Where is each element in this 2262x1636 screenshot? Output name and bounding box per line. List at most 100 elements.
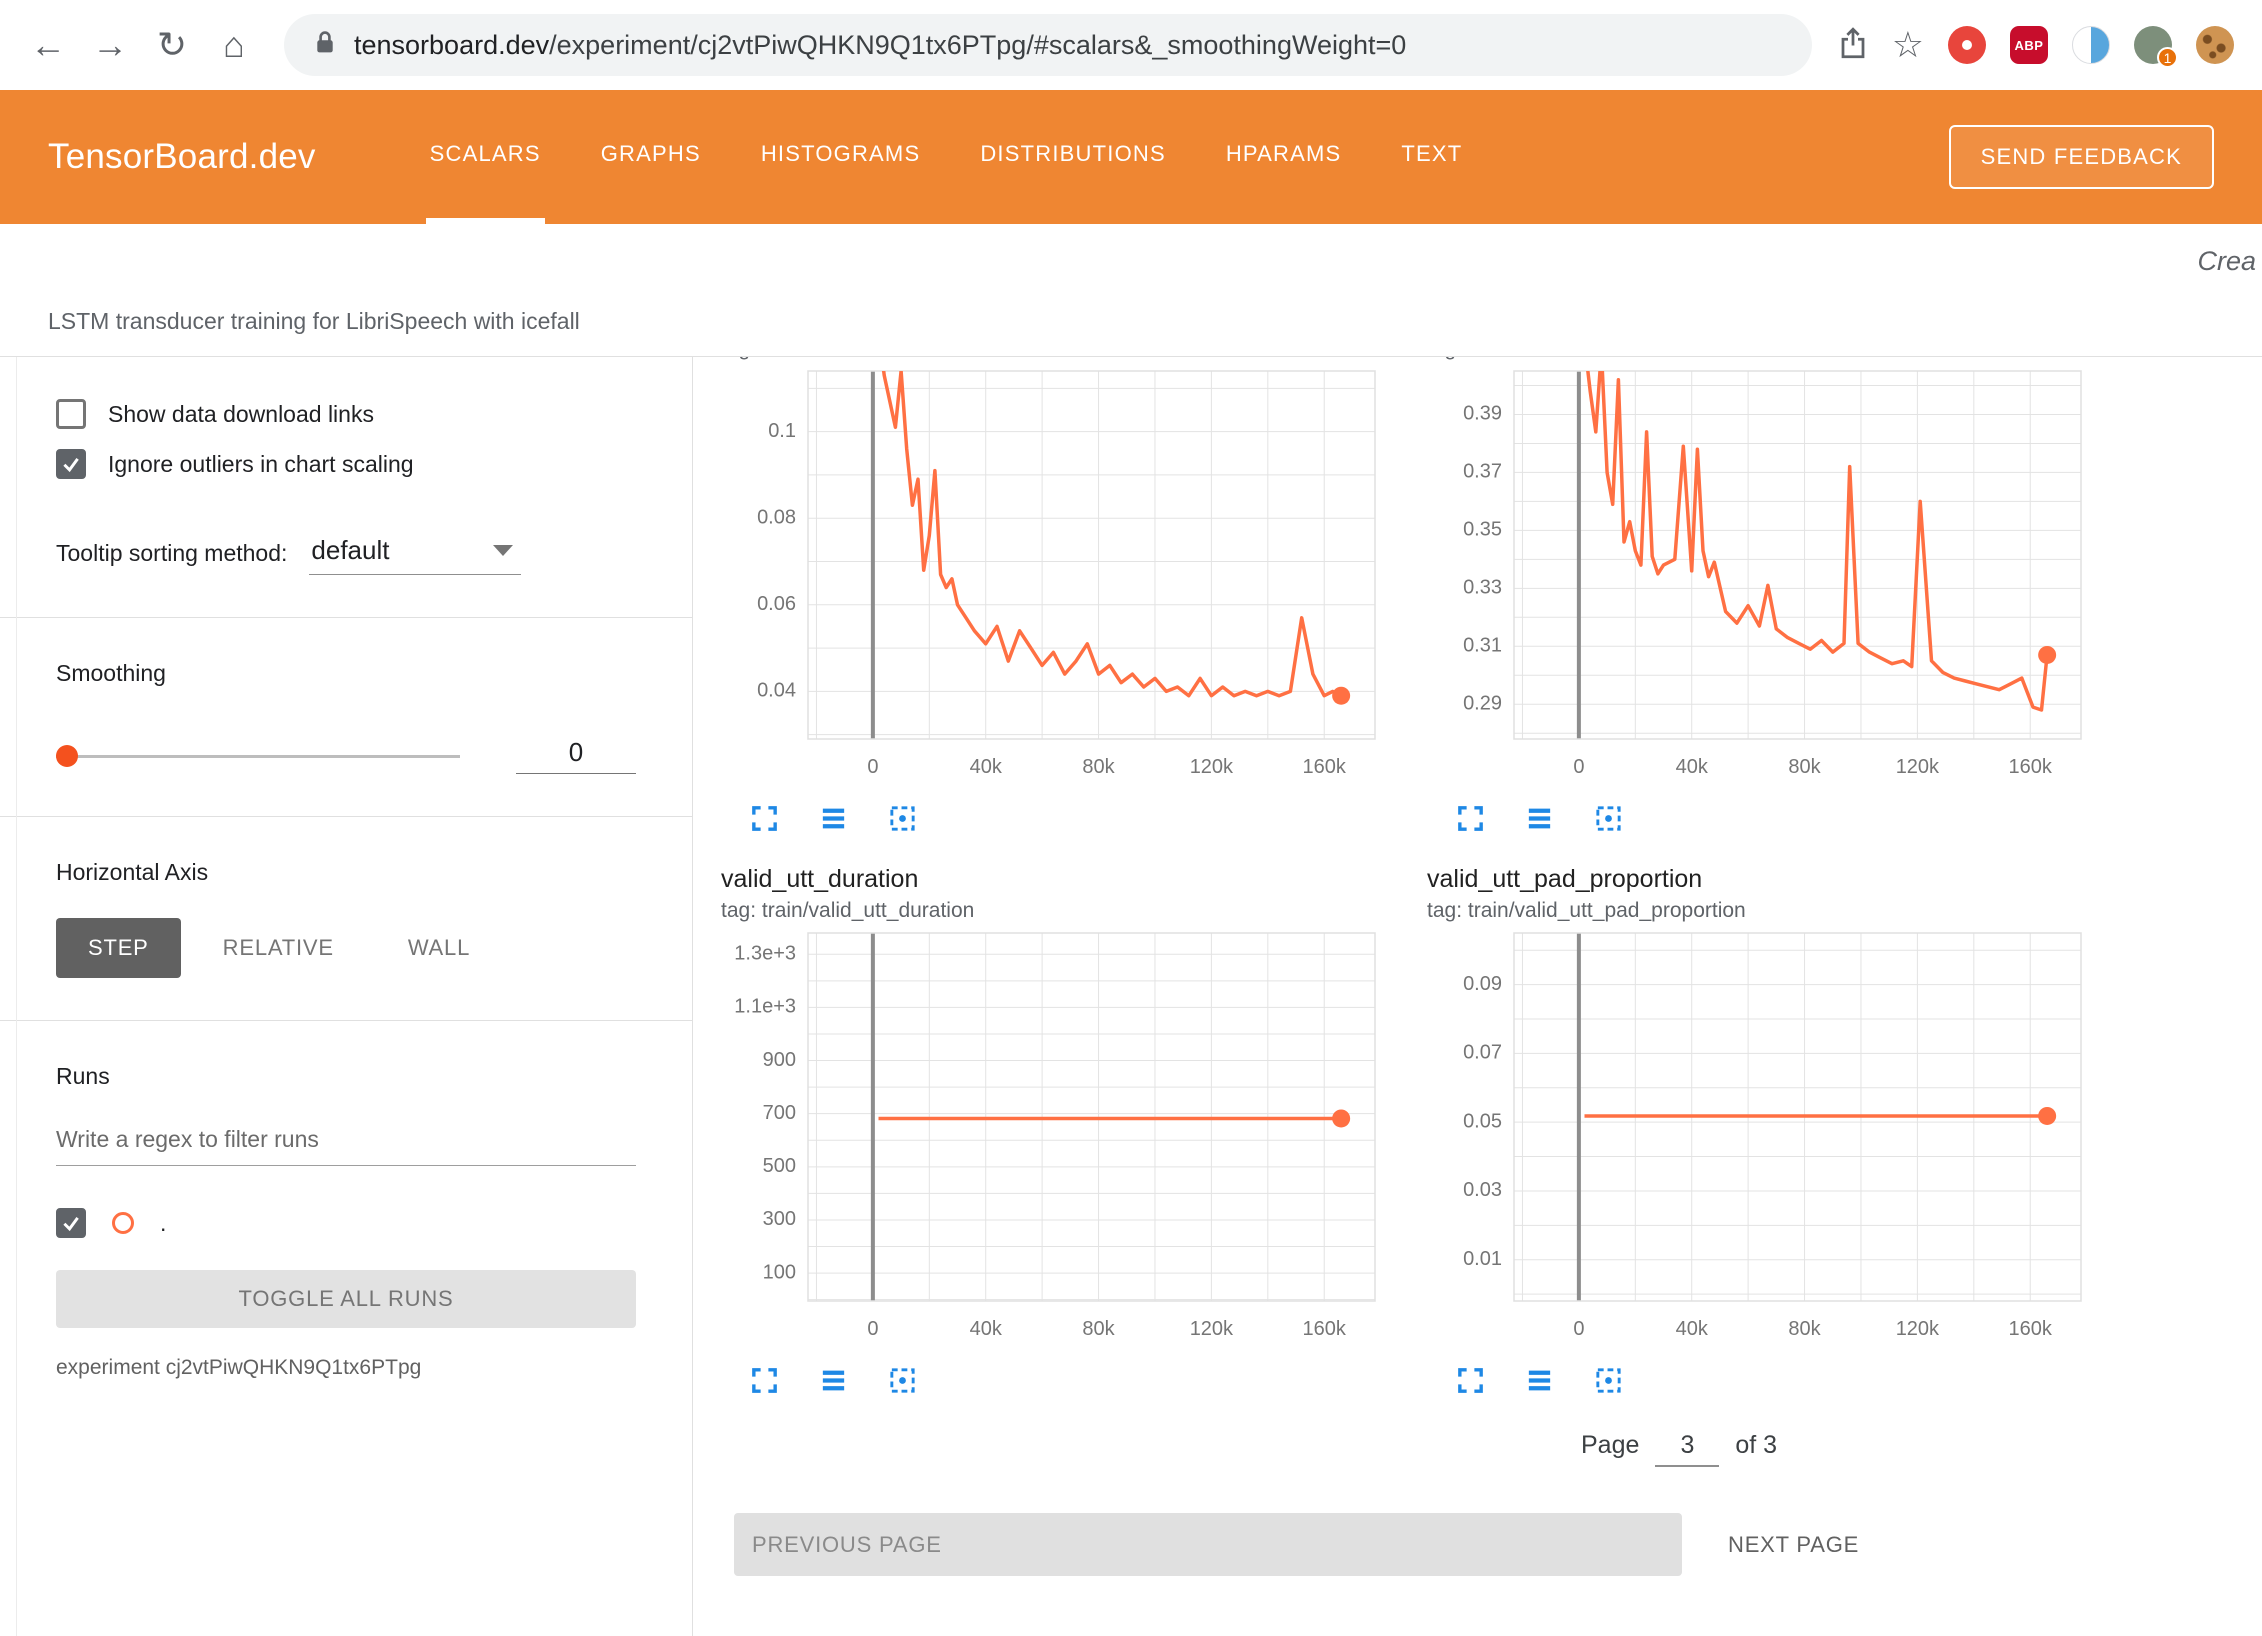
toggle-y-axis-icon[interactable] xyxy=(1524,1365,1555,1407)
svg-text:0.29: 0.29 xyxy=(1463,693,1502,715)
forward-icon[interactable]: → xyxy=(86,24,134,66)
horizontal-axis-buttons: STEP RELATIVE WALL xyxy=(56,918,636,978)
line-chart[interactable]: 0.040.060.080.1040k80k120k160k xyxy=(721,367,1381,795)
run-list-item[interactable]: . xyxy=(56,1208,636,1238)
svg-text:900: 900 xyxy=(763,1049,796,1071)
fit-domain-icon[interactable] xyxy=(887,803,918,845)
expand-chart-icon[interactable] xyxy=(1455,1365,1486,1407)
chevron-down-icon xyxy=(493,545,513,556)
next-page-button[interactable]: NEXT PAGE xyxy=(1728,1532,1859,1558)
svg-text:300: 300 xyxy=(763,1208,796,1230)
svg-text:0: 0 xyxy=(1573,756,1584,778)
tooltip-sorting-label: Tooltip sorting method: xyxy=(56,540,287,575)
toggle-all-runs-button[interactable]: TOGGLE ALL RUNS xyxy=(56,1270,636,1328)
runs-section: Runs . TOGGLE ALL RUNS experiment cj2vtP… xyxy=(0,1020,692,1422)
axis-step-button[interactable]: STEP xyxy=(56,918,181,978)
axis-wall-button[interactable]: WALL xyxy=(376,918,502,978)
toggle-y-axis-icon[interactable] xyxy=(818,803,849,845)
blue-extension-icon[interactable] xyxy=(2072,26,2110,64)
runs-filter-input[interactable] xyxy=(56,1118,636,1166)
svg-text:0.06: 0.06 xyxy=(757,593,796,615)
tab-scalars[interactable]: SCALARS xyxy=(426,90,545,224)
toggle-y-axis-icon[interactable] xyxy=(818,1365,849,1407)
share-icon[interactable] xyxy=(1838,25,1868,66)
expand-chart-icon[interactable] xyxy=(749,803,780,845)
tab-histograms[interactable]: HISTOGRAMS xyxy=(757,90,925,224)
chart-toolbar xyxy=(1427,1357,2087,1407)
tab-graphs[interactable]: GRAPHS xyxy=(597,90,705,224)
runs-label: Runs xyxy=(56,1063,636,1090)
app-logo[interactable]: TensorBoard.dev xyxy=(48,137,316,177)
horizontal-axis-label: Horizontal Axis xyxy=(56,859,636,886)
address-bar[interactable]: tensorboard.dev/experiment/cj2vtPiwQHKN9… xyxy=(284,14,1812,76)
svg-text:80k: 80k xyxy=(1082,1318,1115,1340)
slider-thumb[interactable] xyxy=(56,745,78,767)
main-region: Show data download links Ignore outliers… xyxy=(0,357,2262,1636)
tab-distributions[interactable]: DISTRIBUTIONS xyxy=(976,90,1170,224)
smoothing-section: Smoothing xyxy=(0,617,692,816)
svg-text:0.08: 0.08 xyxy=(757,506,796,528)
svg-text:120k: 120k xyxy=(1190,1318,1234,1340)
tooltip-sorting-select[interactable]: default xyxy=(309,535,521,575)
svg-text:40k: 40k xyxy=(1676,756,1709,778)
run-checkbox[interactable] xyxy=(56,1208,86,1238)
smoothing-value-input[interactable] xyxy=(516,737,636,774)
browser-actions: ☆ ABP 1 xyxy=(1838,24,2238,66)
ignore-outliers-row[interactable]: Ignore outliers in chart scaling xyxy=(56,449,636,479)
chart-card-valid-utt-pad-proportion: valid_utt_pad_proportion tag: train/vali… xyxy=(1427,865,2087,1407)
tab-hparams[interactable]: HPARAMS xyxy=(1222,90,1346,224)
line-chart[interactable]: 1003005007009001.1e+31.3e+3040k80k120k16… xyxy=(721,929,1381,1357)
svg-text:0.07: 0.07 xyxy=(1463,1042,1502,1064)
svg-text:160k: 160k xyxy=(2009,756,2053,778)
svg-text:0.35: 0.35 xyxy=(1463,519,1502,541)
fit-domain-icon[interactable] xyxy=(887,1365,918,1407)
bookmark-star-icon[interactable]: ☆ xyxy=(1892,24,1924,66)
chart-toolbar xyxy=(1427,795,2087,845)
reload-icon[interactable]: ↻ xyxy=(148,24,196,66)
show-download-links-row[interactable]: Show data download links xyxy=(56,399,636,429)
axis-relative-button[interactable]: RELATIVE xyxy=(191,918,366,978)
page-number-input[interactable] xyxy=(1655,1431,1719,1467)
smoothing-slider-row xyxy=(56,737,636,774)
ignore-outliers-checkbox[interactable] xyxy=(56,449,86,479)
svg-text:0.03: 0.03 xyxy=(1463,1179,1502,1201)
url-path: /experiment/cj2vtPiwQHKN9Q1tx6PTpg/#scal… xyxy=(549,30,1406,60)
abp-extension-icon[interactable]: ABP xyxy=(2010,26,2048,64)
line-chart[interactable]: 0.290.310.330.350.370.39040k80k120k160k xyxy=(1427,367,2087,795)
chart-card-valid-utt-duration: valid_utt_duration tag: train/valid_utt_… xyxy=(721,865,1381,1407)
expand-chart-icon[interactable] xyxy=(749,1365,780,1407)
svg-text:0.04: 0.04 xyxy=(757,680,796,702)
tooltip-sorting-row: Tooltip sorting method: default xyxy=(56,535,636,575)
svg-text:160k: 160k xyxy=(1303,1318,1347,1340)
fit-domain-icon[interactable] xyxy=(1593,1365,1624,1407)
svg-text:0: 0 xyxy=(867,1318,878,1340)
avatar-badge: 1 xyxy=(2157,47,2178,68)
smoothing-slider[interactable] xyxy=(56,744,460,768)
home-icon[interactable]: ⌂ xyxy=(210,24,258,66)
svg-text:100: 100 xyxy=(763,1261,796,1283)
toggle-y-axis-icon[interactable] xyxy=(1524,803,1555,845)
experiment-title: LSTM transducer training for LibriSpeech… xyxy=(48,308,580,335)
url-text: tensorboard.dev/experiment/cj2vtPiwQHKN9… xyxy=(354,30,1406,61)
chart-title: valid_utt_duration xyxy=(721,865,1381,899)
clipped-right-text: Crea xyxy=(2197,246,2256,277)
browser-toolbar: ← → ↻ ⌂ tensorboard.dev/experiment/cj2vt… xyxy=(0,0,2262,90)
general-settings-section: Show data download links Ignore outliers… xyxy=(0,357,692,617)
svg-text:0.33: 0.33 xyxy=(1463,577,1502,599)
back-icon[interactable]: ← xyxy=(24,24,72,66)
svg-text:1.3e+3: 1.3e+3 xyxy=(734,943,796,965)
fit-domain-icon[interactable] xyxy=(1593,803,1624,845)
profile-avatar[interactable]: 1 xyxy=(2134,26,2172,64)
show-download-links-checkbox[interactable] xyxy=(56,399,86,429)
send-feedback-button[interactable]: SEND FEEDBACK xyxy=(1949,125,2214,189)
svg-text:80k: 80k xyxy=(1082,756,1115,778)
charts-grid: tag: train/… 0.040.060.080.1040k80k120k1… xyxy=(721,357,2262,1576)
previous-page-button[interactable]: PREVIOUS PAGE xyxy=(734,1513,1682,1576)
tab-text[interactable]: TEXT xyxy=(1397,90,1466,224)
adblock-extension-icon[interactable] xyxy=(1948,26,1986,64)
cookie-extension-icon[interactable] xyxy=(2196,26,2234,64)
charts-content: tag: train/… 0.040.060.080.1040k80k120k1… xyxy=(693,357,2262,1636)
chart-tag: tag: train/valid_utt_duration xyxy=(721,899,1381,929)
expand-chart-icon[interactable] xyxy=(1455,803,1486,845)
line-chart[interactable]: 0.010.030.050.070.09040k80k120k160k xyxy=(1427,929,2087,1357)
